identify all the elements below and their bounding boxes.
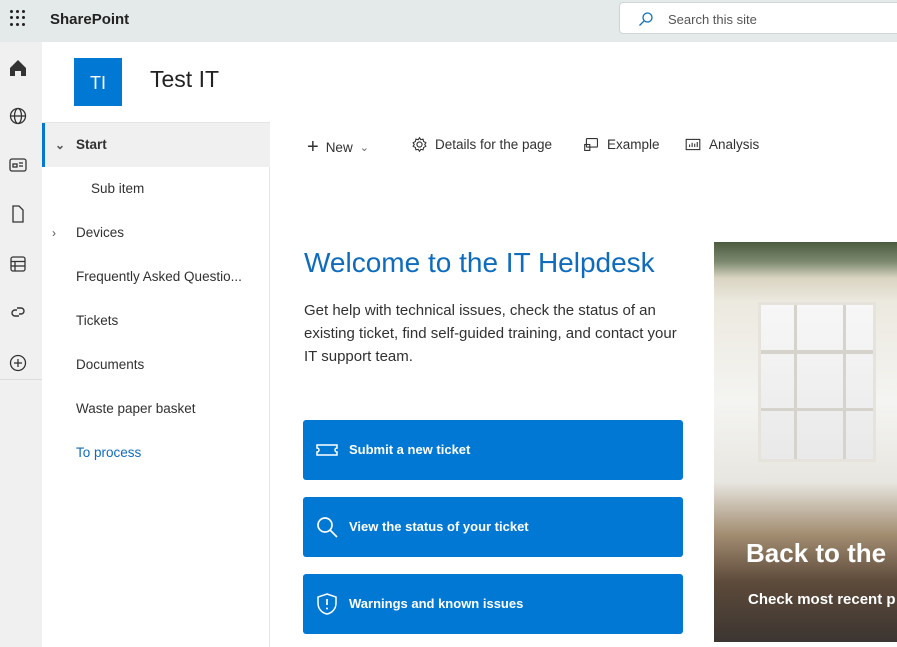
app-bar-divider xyxy=(0,379,42,380)
welcome-description: Get help with technical issues, check th… xyxy=(304,302,677,365)
news-icon[interactable] xyxy=(8,155,28,175)
details-label: Details for the page xyxy=(435,137,553,152)
present-icon xyxy=(584,137,599,152)
home-icon[interactable] xyxy=(8,58,28,78)
warnings-button[interactable]: Warnings and known issues xyxy=(303,574,683,634)
plus-icon: + xyxy=(307,136,319,158)
nav-label: Sub item xyxy=(91,181,145,196)
nav-item-sub-item[interactable]: Sub item xyxy=(42,167,270,211)
nav-item-faq[interactable]: Frequently Asked Questio... xyxy=(42,255,270,299)
site-title[interactable]: Test IT xyxy=(150,66,219,93)
nav-label: Frequently Asked Questio... xyxy=(76,269,242,284)
shield-warning-icon xyxy=(317,593,337,615)
suite-header: SharePoint Search this site xyxy=(0,0,897,42)
nav-item-documents[interactable]: Documents xyxy=(42,343,270,387)
search-input[interactable]: Search this site xyxy=(619,2,897,34)
nav-label: Start xyxy=(76,137,107,152)
file-icon[interactable] xyxy=(8,204,28,224)
nav-item-waste-paper-basket[interactable]: Waste paper basket xyxy=(42,387,270,431)
search-icon xyxy=(317,517,338,538)
button-label: Submit a new ticket xyxy=(349,442,471,457)
analysis-label: Analysis xyxy=(709,137,760,152)
hero-banner[interactable]: Back to the Check most recent p xyxy=(714,242,897,642)
analytics-icon xyxy=(685,138,701,151)
chevron-down-icon: ⌄ xyxy=(359,142,369,154)
app-bar xyxy=(0,42,42,647)
new-label: New xyxy=(325,140,353,155)
analysis-button[interactable]: Analysis xyxy=(684,136,759,153)
button-label: Warnings and known issues xyxy=(349,596,524,611)
gear-icon xyxy=(412,136,427,153)
add-circle-icon[interactable] xyxy=(8,353,28,373)
submit-ticket-button[interactable]: Submit a new ticket xyxy=(303,420,683,480)
chevron-right-icon[interactable]: › xyxy=(52,211,56,255)
nav-label: To process xyxy=(76,445,142,460)
link-icon[interactable] xyxy=(8,302,28,322)
hero-image-window xyxy=(758,302,876,462)
hero-subtitle: Check most recent p xyxy=(748,591,896,608)
example-label: Example xyxy=(607,137,660,152)
search-icon xyxy=(639,12,653,26)
ticket-icon xyxy=(316,444,338,456)
welcome-heading: Welcome to the IT Helpdesk xyxy=(304,247,655,278)
nav-label: Documents xyxy=(76,357,145,372)
nav-label: Tickets xyxy=(76,313,119,328)
view-ticket-status-button[interactable]: View the status of your ticket xyxy=(303,497,683,557)
chevron-down-icon[interactable]: ⌄ xyxy=(55,123,65,167)
nav-item-start[interactable]: ⌄ Start xyxy=(42,123,270,167)
nav-item-tickets[interactable]: Tickets xyxy=(42,299,270,343)
nav-item-to-process[interactable]: To process xyxy=(42,431,270,475)
site-logo[interactable]: TI xyxy=(74,58,122,106)
page-details-button[interactable]: Details for the page xyxy=(411,136,552,153)
button-label: View the status of your ticket xyxy=(349,519,529,534)
nav-item-devices[interactable]: › Devices xyxy=(42,211,270,255)
hero-title: Back to the xyxy=(746,538,887,568)
globe-icon[interactable] xyxy=(8,106,28,126)
app-name[interactable]: SharePoint xyxy=(50,11,129,28)
site-navigation: ⌄ Start Sub item › Devices Frequently Aske… xyxy=(42,122,270,647)
nav-label: Devices xyxy=(76,225,125,240)
example-button[interactable]: Example xyxy=(583,136,660,153)
app-launcher-icon[interactable] xyxy=(10,10,26,26)
list-icon[interactable] xyxy=(8,254,28,274)
new-button[interactable]: + New ⌄ xyxy=(307,136,369,159)
nav-label: Waste paper basket xyxy=(76,401,196,416)
search-placeholder: Search this site xyxy=(668,12,757,27)
